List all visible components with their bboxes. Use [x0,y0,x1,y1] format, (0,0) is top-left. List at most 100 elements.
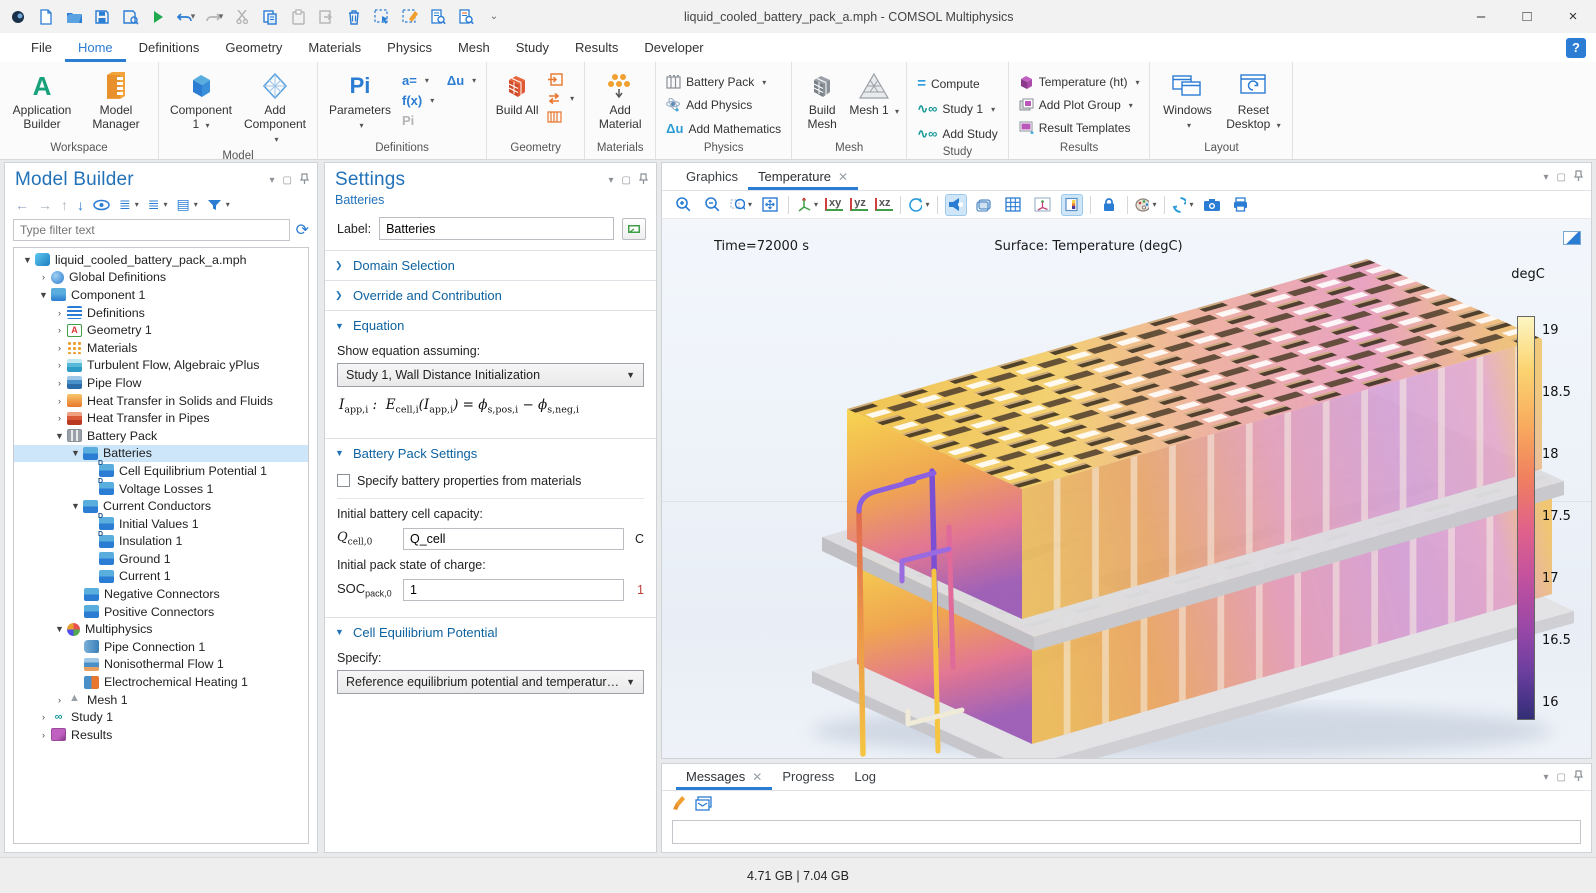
tree-item-geometry-1[interactable]: ›AGeometry 1 [14,321,308,339]
menu-study[interactable]: Study [503,33,562,62]
tree-item-root[interactable]: ▼liquid_cooled_battery_pack_a.mph [14,251,308,269]
menu-mesh[interactable]: Mesh [445,33,503,62]
cep-specify-select[interactable]: Reference equilibrium potential and temp… [337,670,644,694]
reset-desktop-button[interactable]: Reset Desktop ▾ [1220,66,1286,133]
menu-geometry[interactable]: Geometry [212,33,295,62]
run-button[interactable] [146,5,170,29]
tree-item-study-1[interactable]: ›∞Study 1 [14,708,308,726]
tree-item-turbulent-flow[interactable]: ›Turbulent Flow, Algebraic yPlus [14,357,308,375]
rename-button[interactable] [622,218,646,240]
tree-item-component-1[interactable]: ▼Component 1 [14,286,308,304]
panel-menu-icon[interactable]: ▾ [1544,172,1549,183]
lock-icon[interactable] [1098,194,1120,216]
messages-output[interactable] [672,820,1581,844]
label-input[interactable] [379,217,614,240]
find-button[interactable] [426,5,450,29]
add-physics-button[interactable]: Add Physics [662,97,785,113]
message-options-icon[interactable] [695,796,712,814]
parameter-case-button[interactable]: Pi [398,112,480,129]
tree-item-voltage-losses-1[interactable]: Voltage Losses 1 [14,480,308,498]
add-component-button[interactable]: Add Component ▾ [239,66,311,147]
save-button[interactable] [90,5,114,29]
tree-item-definitions[interactable]: ›Definitions [14,304,308,322]
mesh-1-button[interactable]: Mesh 1 ▾ [848,66,900,119]
zoom-out-icon[interactable] [701,194,723,216]
menu-materials[interactable]: Materials [295,33,374,62]
tree-item-materials[interactable]: ›Materials [14,339,308,357]
tree-item-positive-connectors[interactable]: Positive Connectors [14,603,308,621]
menu-definitions[interactable]: Definitions [126,33,213,62]
model-tree-node-text-button[interactable]: ▤▾ [177,196,198,213]
soc-input[interactable] [403,579,624,601]
zoom-box-icon[interactable]: ▾ [730,194,752,216]
q-cell-input[interactable] [403,528,624,550]
copy-button[interactable] [258,5,282,29]
tree-item-cell-equilibrium-potential-1[interactable]: Cell Equilibrium Potential 1 [14,462,308,480]
tree-item-pipe-flow[interactable]: ›Pipe Flow [14,374,308,392]
float-panel-icon[interactable]: ▢ [622,175,631,186]
close-button[interactable]: × [1550,0,1596,33]
menu-file[interactable]: File [18,33,65,62]
float-panel-icon[interactable]: ▢ [1557,172,1566,183]
menu-home[interactable]: Home [65,33,126,62]
delete-button[interactable] [342,5,366,29]
help-button[interactable]: ? [1566,38,1586,58]
pin-panel-icon[interactable] [1574,170,1583,184]
tree-item-batteries[interactable]: ▼Batteries [14,445,308,463]
search-button[interactable] [454,5,478,29]
show-icon[interactable] [93,199,110,211]
study-1-button[interactable]: ∿∞Study 1▾ [913,100,1002,118]
update-geometry-button[interactable]: ▾ [543,91,578,106]
undo-button[interactable]: ▾ [174,5,198,29]
refresh-icon[interactable]: ⟳ [296,220,309,240]
close-tab-icon[interactable]: ✕ [838,170,848,184]
graphics-canvas[interactable]: Time=72000 s Surface: Temperature (degC)… [662,219,1591,758]
settings-breadcrumb[interactable]: Batteries [325,191,656,215]
pin-panel-icon[interactable] [300,173,309,187]
tree-item-initial-values-1[interactable]: Initial Values 1 [14,515,308,533]
transparency-icon[interactable] [945,194,967,216]
maximize-button[interactable]: □ [1504,0,1550,33]
zoom-extents-icon[interactable] [759,194,781,216]
battery-pack-interface-button[interactable]: Battery Pack▾ [662,74,785,90]
go-to-view-icon[interactable]: ▾ [796,194,818,216]
tab-messages[interactable]: Messages✕ [676,763,772,790]
section-equation[interactable]: ▼Equation [325,310,656,340]
color-legend-icon[interactable] [1061,194,1083,216]
scene-light-icon[interactable] [974,194,996,216]
tree-item-insulation-1[interactable]: Insulation 1 [14,533,308,551]
tree-item-results[interactable]: ›Results [14,726,308,744]
float-panel-icon[interactable]: ▢ [1557,772,1566,783]
toolbar-overflow-button[interactable]: ⌄ [482,5,506,29]
zoom-in-icon[interactable] [672,194,694,216]
close-tab-icon[interactable]: ✕ [752,770,762,784]
collapse-all-button[interactable]: ≣▾ [119,196,139,213]
environment-icon[interactable]: ▾ [1172,194,1194,216]
print-icon[interactable] [1230,194,1252,216]
axes-icon[interactable] [1032,194,1054,216]
tree-item-multiphysics[interactable]: ▼Multiphysics [14,620,308,638]
pin-panel-icon[interactable] [639,173,648,187]
view-xy-icon[interactable]: xy [825,198,843,211]
windows-button[interactable]: Windows▾ [1156,66,1218,133]
add-mathematics-button[interactable]: ΔuAdd Mathematics [662,120,785,137]
tree-filter-input[interactable] [13,219,290,241]
section-domain-selection[interactable]: ❯Domain Selection [325,250,656,280]
build-all-geometry-button[interactable]: Build All [493,66,541,117]
section-cell-equilibrium-potential[interactable]: ▼Cell Equilibrium Potential [325,617,656,647]
tab-graphics[interactable]: Graphics [676,163,748,190]
redo-button[interactable]: ▾ [202,5,226,29]
import-geometry-button[interactable] [543,72,578,88]
float-panel-icon[interactable]: ▢ [283,175,292,186]
tree-item-current-conductors[interactable]: ▼Current Conductors [14,497,308,515]
functions-button[interactable]: f(x)▾ [398,92,480,109]
clear-selection-button[interactable] [398,5,422,29]
palette-icon[interactable]: ▾ [1135,194,1157,216]
panel-menu-icon[interactable]: ▾ [1544,772,1549,783]
menu-developer[interactable]: Developer [631,33,716,62]
panel-menu-icon[interactable]: ▾ [270,175,275,186]
tree-item-mesh-1[interactable]: ›Mesh 1 [14,691,308,709]
equation-form-select[interactable]: Study 1, Wall Distance Initialization▼ [337,363,644,387]
rotate-view-icon[interactable]: ▾ [908,194,930,216]
panel-menu-icon[interactable]: ▾ [609,175,614,186]
